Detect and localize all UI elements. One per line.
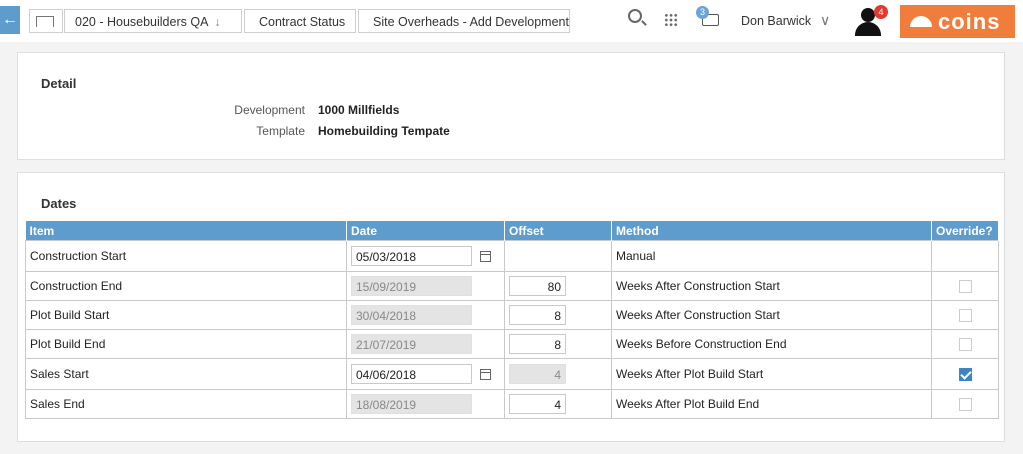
development-value: 1000 Millfields: [318, 103, 400, 117]
coins-logo[interactable]: coins: [900, 5, 1015, 38]
override-cell: [931, 240, 999, 272]
override-cell: [931, 300, 999, 330]
column-header-method[interactable]: Method: [611, 221, 932, 241]
override-checkbox[interactable]: [958, 308, 972, 322]
logo-text: coins: [938, 9, 1001, 34]
offset-cell: 80: [504, 271, 612, 301]
dates-table: Item Date Offset Method Override? Constr…: [25, 221, 999, 419]
calendar-icon[interactable]: [480, 368, 491, 380]
offset-cell: 8: [504, 300, 612, 330]
override-cell: [931, 329, 999, 359]
method-cell: Weeks After Construction Start: [611, 271, 932, 301]
offset-input[interactable]: 4: [509, 394, 566, 414]
breadcrumb-company[interactable]: 020 - Housebuilders QA ↓: [64, 9, 242, 33]
offset-cell: 4: [504, 358, 612, 390]
offset-cell: [504, 240, 612, 272]
notification-badge: 4: [874, 5, 888, 19]
date-cell: 21/07/2019: [346, 329, 505, 359]
item-cell: Plot Build Start: [25, 300, 347, 330]
override-checkbox[interactable]: [958, 279, 972, 293]
offset-input[interactable]: 8: [509, 305, 566, 325]
table-row: Sales End 18/08/2019 4 Weeks After Plot Bui…: [25, 389, 999, 419]
override-checkbox[interactable]: [958, 397, 972, 411]
item-cell: Sales Start: [25, 358, 347, 390]
breadcrumb-contract-status[interactable]: Contract Status: [244, 9, 356, 33]
method-cell: Manual: [611, 240, 932, 272]
detail-title: Detail: [41, 76, 77, 91]
template-value: Homebuilding Tempate: [318, 124, 450, 138]
date-cell: 18/08/2019: [346, 389, 505, 419]
column-header-offset[interactable]: Offset: [504, 221, 612, 241]
breadcrumb-home[interactable]: [29, 9, 63, 33]
hard-hat-icon: [910, 16, 932, 27]
override-checkbox[interactable]: [958, 337, 972, 351]
date-input: 21/07/2019: [351, 334, 472, 354]
date-input: 15/09/2019: [351, 276, 472, 296]
date-cell: 05/03/2018: [346, 240, 505, 272]
printer-badge: 3: [696, 6, 709, 19]
dates-title: Dates: [41, 196, 77, 211]
override-cell: [931, 358, 999, 390]
date-input: 18/08/2019: [351, 394, 472, 414]
offset-input[interactable]: 8: [509, 334, 566, 354]
template-label: Template: [256, 124, 305, 138]
offset-input: 4: [509, 364, 566, 384]
breadcrumb-company-label: 020 - Housebuilders QA: [75, 15, 209, 29]
column-header-item[interactable]: Item: [25, 221, 347, 241]
offset-cell: 8: [504, 329, 612, 359]
method-cell: Weeks After Plot Build End: [611, 389, 932, 419]
date-input[interactable]: 05/03/2018: [351, 246, 472, 266]
offset-cell: 4: [504, 389, 612, 419]
method-cell: Weeks After Construction Start: [611, 300, 932, 330]
offset-input[interactable]: 80: [509, 276, 566, 296]
date-cell: 04/06/2018: [346, 358, 505, 390]
date-cell: 30/04/2018: [346, 300, 505, 330]
date-input: 30/04/2018: [351, 305, 472, 325]
search-icon[interactable]: [628, 9, 642, 23]
calendar-icon[interactable]: [480, 250, 491, 262]
date-cell: 15/09/2019: [346, 271, 505, 301]
user-name[interactable]: Don Barwick: [741, 14, 811, 28]
item-cell: Construction Start: [25, 240, 347, 272]
table-row: Plot Build Start 30/04/2018 8 Weeks After C…: [25, 300, 999, 330]
column-header-override[interactable]: Override?: [931, 221, 999, 241]
date-input[interactable]: 04/06/2018: [351, 364, 472, 384]
item-cell: Plot Build End: [25, 329, 347, 359]
column-header-date[interactable]: Date: [346, 221, 505, 241]
method-cell: Weeks After Plot Build Start: [611, 358, 932, 390]
item-cell: Construction End: [25, 271, 347, 301]
dates-panel: Dates Item Date Offset Method Override? …: [17, 172, 1005, 442]
override-cell: [931, 271, 999, 301]
table-row: Construction End 15/09/2019 80 Weeks After …: [25, 271, 999, 301]
apps-grid-icon[interactable]: [664, 13, 678, 27]
chevron-down-icon[interactable]: ↓: [214, 15, 220, 29]
breadcrumb-current-page[interactable]: Site Overheads - Add Development: [358, 9, 570, 33]
table-row: Plot Build End 21/07/2019 8 Weeks Before Co…: [25, 329, 999, 359]
method-cell: Weeks Before Construction End: [611, 329, 932, 359]
home-icon: [36, 16, 54, 27]
table-row: Sales Start 04/06/2018 4 Weeks After Plot B…: [25, 358, 999, 390]
override-checkbox[interactable]: [958, 367, 972, 381]
breadcrumb-current-page-label: Site Overheads - Add Development: [373, 15, 569, 29]
table-header-row: Item Date Offset Method Override?: [25, 221, 999, 241]
item-cell: Sales End: [25, 389, 347, 419]
breadcrumb-contract-status-label: Contract Status: [259, 15, 346, 29]
table-row: Construction Start 05/03/2018 Manual: [25, 240, 999, 272]
user-menu-chevron-icon[interactable]: ∨: [820, 12, 830, 29]
back-arrow-button[interactable]: ←: [0, 6, 20, 34]
development-label: Development: [234, 103, 305, 117]
override-cell: [931, 389, 999, 419]
detail-panel: Detail Development 1000 Millfields Templ…: [17, 52, 1005, 160]
top-bar: ← 020 - Housebuilders QA ↓ Contract Statu…: [0, 0, 1023, 42]
